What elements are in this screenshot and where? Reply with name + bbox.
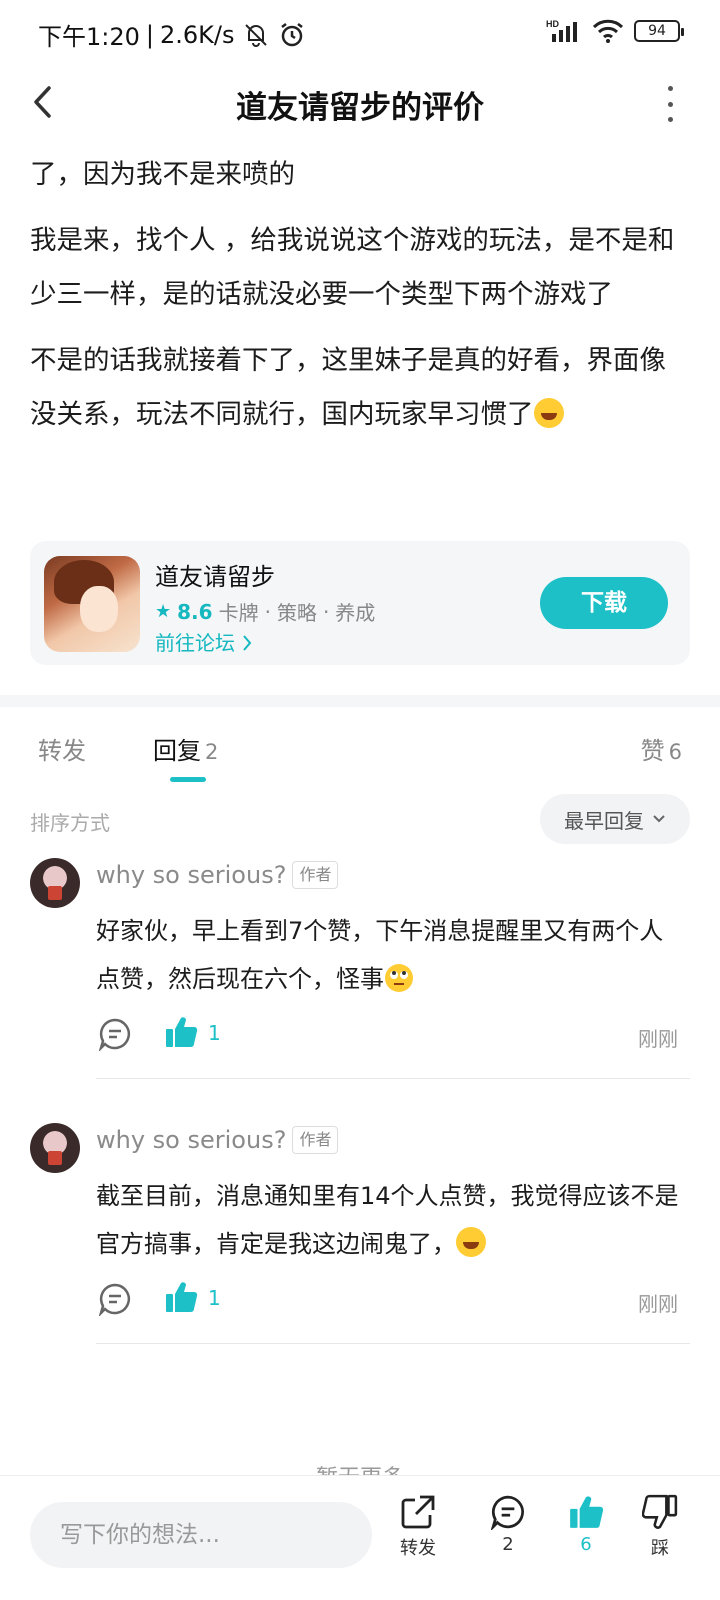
signal-icon: HD (546, 19, 577, 42)
repost-label: 转发 (400, 1538, 436, 1559)
reply-icon[interactable] (98, 1017, 132, 1051)
post-paragraph: 不是的话我就接着下了，这里妹子是真的好看，界面像没关系，玩法不同就行，国内玩家早… (30, 334, 690, 442)
dislike-label: 踩 (651, 1538, 669, 1559)
comment-divider (96, 1078, 690, 1079)
repost-button[interactable]: 转发 (388, 1494, 448, 1560)
post-paragraph: 了，因为我不是来喷的 (30, 148, 690, 202)
comment-author-name: why so serious? (96, 1126, 287, 1154)
sort-selected-value: 最早回复 (564, 808, 644, 833)
laughing-emoji-icon (533, 398, 564, 428)
more-dot-icon (667, 101, 673, 107)
tag-separator: · (264, 599, 271, 624)
comment-icon (490, 1495, 524, 1530)
post-paragraph: 我是来，找个人 ，给我说说这个游戏的玩法，是不是和少三一样，是的话就没必要一个类… (30, 214, 690, 322)
comment-text-content: 截至目前，消息通知里有14个人点赞，我觉得应该不是官方搞事，肯定是我这边闹鬼了， (96, 1182, 679, 1258)
game-score: 8.6 (177, 599, 213, 624)
tab-reply-label: 回复 (153, 737, 201, 765)
tab-reply-count: 2 (205, 740, 219, 764)
post-text: 了，因为我不是来喷的 (30, 159, 295, 190)
network-type: HD (546, 19, 559, 29)
comment-input[interactable]: 写下你的想法... (30, 1502, 372, 1568)
more-options-button[interactable] (660, 86, 680, 122)
sort-dropdown[interactable]: 最早回复 (540, 794, 690, 844)
mute-bell-icon (244, 23, 267, 47)
like-count: 1 (208, 1286, 221, 1310)
comment-text: 好家伙，早上看到7个赞，下午消息提醒里又有两个人点赞，然后现在六个，怪事 (96, 907, 686, 1003)
tab-like-count: 6 (668, 740, 682, 764)
comment-button[interactable]: 2 (478, 1494, 538, 1555)
reply-icon[interactable] (98, 1282, 132, 1316)
author-badge: 作者 (292, 861, 339, 889)
like-count: 1 (208, 1021, 221, 1045)
tag-separator: · (322, 599, 330, 624)
comment-time: 刚刚 (638, 1027, 678, 1051)
alarm-icon (280, 22, 303, 46)
game-name[interactable]: 道友请留步 (155, 557, 275, 592)
avatar[interactable] (30, 858, 80, 908)
like-count: 6 (580, 1534, 592, 1555)
avatar[interactable] (30, 1123, 80, 1173)
game-cover-image[interactable] (44, 556, 140, 652)
game-tag: 养成 (335, 601, 376, 625)
battery-indicator: 94 (634, 20, 684, 42)
tab-like[interactable]: 赞6 (641, 731, 682, 766)
thumbs-up-icon[interactable] (164, 1015, 198, 1049)
section-divider (0, 695, 720, 707)
sort-row: 排序方式 最早回复 (0, 792, 720, 848)
forum-link-label: 前往论坛 (155, 631, 235, 655)
comment-author[interactable]: why so serious? 作者 (96, 1126, 339, 1154)
dislike-button[interactable]: 踩 (630, 1494, 690, 1560)
status-separator: | (145, 20, 154, 49)
comment-text: 截至目前，消息通知里有14个人点赞，我觉得应该不是官方搞事，肯定是我这边闹鬼了， (96, 1172, 686, 1268)
comment-time: 刚刚 (638, 1292, 678, 1316)
tab-reply[interactable]: 回复 2 (153, 731, 218, 766)
game-card[interactable]: 道友请留步 ★ 8.6 卡牌 · 策略 · 养成 前往论坛 下载 (30, 541, 690, 665)
comment-divider (96, 1343, 690, 1344)
active-tab-indicator (170, 777, 206, 782)
game-meta: ★ 8.6 卡牌 · 策略 · 养成 (155, 597, 375, 626)
more-dot-icon (667, 117, 673, 122)
forum-link[interactable]: 前往论坛 (155, 627, 253, 656)
post-body: 了，因为我不是来喷的 我是来，找个人 ，给我说说这个游戏的玩法，是不是和少三一样… (30, 148, 690, 454)
tab-bar: 转发 回复 2 赞6 (0, 707, 720, 787)
status-bar: 下午1:20 | 2.6K/s HD 94 (0, 0, 720, 66)
star-icon: ★ (155, 601, 172, 622)
like-button[interactable]: 6 (556, 1494, 616, 1555)
chevron-right-icon (243, 635, 252, 651)
game-tag: 卡牌 (218, 601, 259, 625)
status-right: HD 94 (546, 18, 684, 44)
author-badge: 作者 (292, 1126, 339, 1154)
comment-actions: 1 刚刚 (96, 1015, 690, 1055)
game-tag: 策略 (276, 601, 317, 625)
sort-label: 排序方式 (30, 811, 110, 835)
post-text: 不是的话我就接着下了，这里妹子是真的好看，界面像没关系，玩法不同就行，国内玩家早… (30, 345, 666, 430)
thumbs-up-icon[interactable] (164, 1280, 198, 1314)
status-speed: 2.6K/s (160, 20, 235, 49)
tab-repost-label: 转发 (38, 737, 86, 765)
chevron-down-icon (653, 815, 665, 823)
comment-count: 2 (502, 1534, 514, 1555)
thumbs-down-icon (642, 1494, 678, 1529)
status-left: 下午1:20 | 2.6K/s (38, 17, 307, 52)
post-text: 我是来，找个人 ，给我说说这个游戏的玩法，是不是和少三一样，是的话就没必要一个类… (30, 225, 675, 310)
download-button[interactable]: 下载 (540, 577, 668, 629)
tab-repost[interactable]: 转发 (38, 731, 86, 766)
laughing-emoji-icon (456, 1227, 486, 1257)
wifi-icon (592, 19, 624, 43)
comment-actions: 1 刚刚 (96, 1280, 690, 1320)
thumbs-up-icon (570, 1496, 604, 1528)
status-time: 下午1:20 (38, 23, 140, 51)
eye-roll-emoji-icon (385, 964, 413, 992)
share-icon (401, 1495, 435, 1529)
header: 道友请留步的评价 (0, 66, 720, 140)
page-title: 道友请留步的评价 (236, 90, 484, 126)
comment-author-name: why so serious? (96, 861, 287, 889)
bottom-action-bar: 写下你的想法... 转发 2 6 踩 (0, 1475, 720, 1600)
tab-like-label: 赞 (640, 737, 665, 765)
comment-text-content: 好家伙，早上看到7个赞，下午消息提醒里又有两个人点赞，然后现在六个，怪事 (96, 917, 664, 993)
more-dot-icon (667, 86, 673, 91)
comment-author[interactable]: why so serious? 作者 (96, 861, 339, 889)
